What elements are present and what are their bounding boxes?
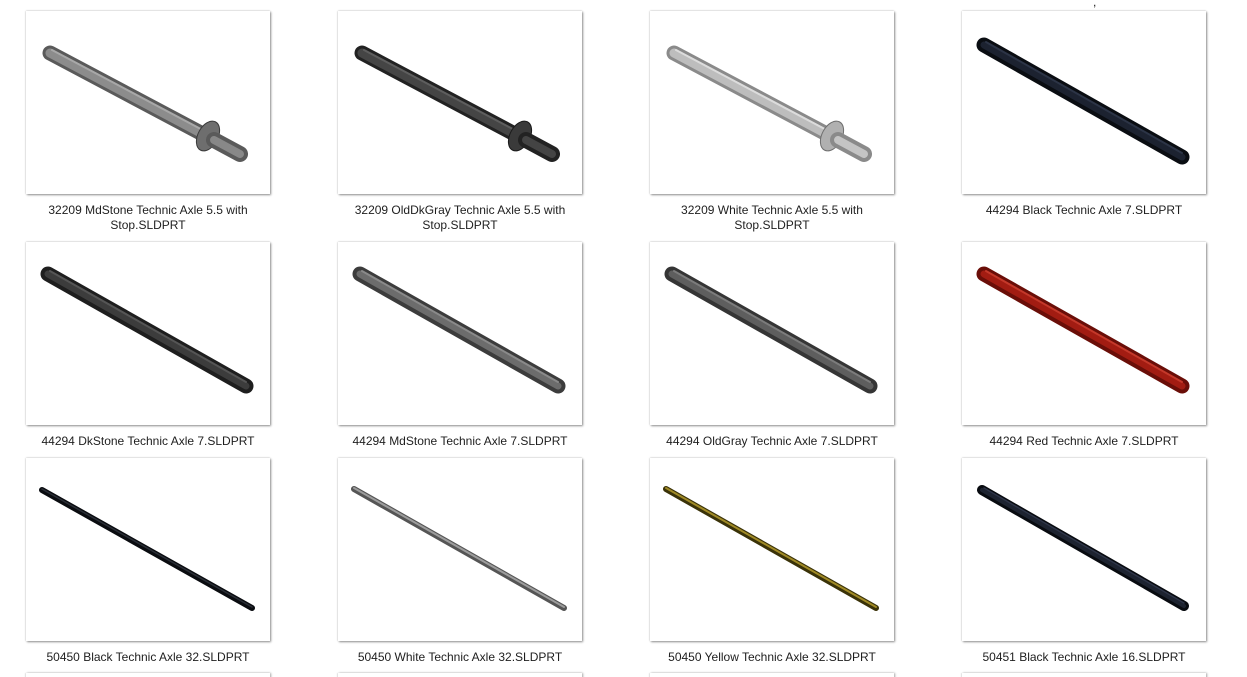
axle-thumbnail-icon: [976, 37, 1190, 165]
file-thumbnail: [962, 458, 1206, 641]
file-browser-large-icons-view: , 32209 MdStone Technic Axle 5.5 with St…: [0, 0, 1247, 677]
cut-off-label-fragment: ,: [1093, 0, 1097, 9]
file-name: 32209 White Technic Axle 5.5 with Stop.S…: [681, 203, 863, 232]
file-thumbnail: [26, 11, 270, 194]
long-axle-thumbnail-icon: [39, 487, 255, 611]
file-name: 50450 Yellow Technic Axle 32.SLDPRT: [668, 650, 876, 664]
file-item[interactable]: 32209 White Technic Axle 5.5 with Stop.S…: [650, 11, 894, 233]
file-name: 44294 MdStone Technic Axle 7.SLDPRT: [352, 434, 568, 448]
file-thumbnail: [26, 458, 270, 641]
file-name: 32209 OldDkGray Technic Axle 5.5 with St…: [354, 203, 566, 232]
file-item[interactable]: 50450 White Technic Axle 32.SLDPRT: [338, 458, 582, 665]
file-name: 50451 Black Technic Axle 16.SLDPRT: [982, 650, 1186, 664]
axle-with-stop-thumbnail-icon: [42, 45, 248, 162]
axle-with-stop-thumbnail-icon: [666, 45, 872, 162]
file-item[interactable]: 50450 Yellow Technic Axle 32.SLDPRT: [650, 458, 894, 665]
partial-file-thumbnail[interactable]: [650, 673, 894, 677]
file-item[interactable]: 44294 Black Technic Axle 7.SLDPRT: [962, 11, 1206, 218]
file-thumbnail: [962, 242, 1206, 425]
file-name: 44294 DkStone Technic Axle 7.SLDPRT: [41, 434, 255, 448]
axle-thumbnail-icon: [976, 266, 1190, 394]
partial-file-thumbnail[interactable]: [338, 673, 582, 677]
axle-thumbnail-icon: [977, 485, 1189, 611]
file-name: 44294 Black Technic Axle 7.SLDPRT: [985, 203, 1183, 217]
file-item[interactable]: 32209 MdStone Technic Axle 5.5 with Stop…: [26, 11, 270, 233]
file-item[interactable]: 44294 MdStone Technic Axle 7.SLDPRT: [338, 242, 582, 449]
file-name: 50450 Black Technic Axle 32.SLDPRT: [46, 650, 250, 664]
file-item[interactable]: 44294 OldGray Technic Axle 7.SLDPRT: [650, 242, 894, 449]
file-thumbnail: [650, 11, 894, 194]
file-item[interactable]: 32209 OldDkGray Technic Axle 5.5 with St…: [338, 11, 582, 233]
file-thumbnail: [338, 458, 582, 641]
file-name: 44294 Red Technic Axle 7.SLDPRT: [989, 434, 1179, 448]
axle-with-stop-thumbnail-icon: [354, 45, 560, 162]
long-axle-thumbnail-icon: [663, 486, 879, 611]
file-thumbnail: [650, 458, 894, 641]
file-thumbnail: [650, 242, 894, 425]
axle-thumbnail-icon: [40, 266, 254, 394]
axle-thumbnail-icon: [352, 266, 566, 394]
partial-file-thumbnail[interactable]: [962, 673, 1206, 677]
axle-thumbnail-icon: [664, 266, 878, 394]
partial-file-thumbnail[interactable]: [26, 673, 270, 677]
file-thumbnail: [26, 242, 270, 425]
long-axle-thumbnail-icon: [351, 486, 567, 611]
file-thumbnail: [962, 11, 1206, 194]
file-item[interactable]: 50450 Black Technic Axle 32.SLDPRT: [26, 458, 270, 665]
file-item[interactable]: 50451 Black Technic Axle 16.SLDPRT: [962, 458, 1206, 665]
file-thumbnail: [338, 242, 582, 425]
file-item[interactable]: 44294 DkStone Technic Axle 7.SLDPRT: [26, 242, 270, 449]
file-name: 32209 MdStone Technic Axle 5.5 with Stop…: [48, 203, 248, 232]
file-name: 50450 White Technic Axle 32.SLDPRT: [357, 650, 563, 664]
file-item[interactable]: 44294 Red Technic Axle 7.SLDPRT: [962, 242, 1206, 449]
file-thumbnail: [338, 11, 582, 194]
file-name: 44294 OldGray Technic Axle 7.SLDPRT: [666, 434, 878, 448]
